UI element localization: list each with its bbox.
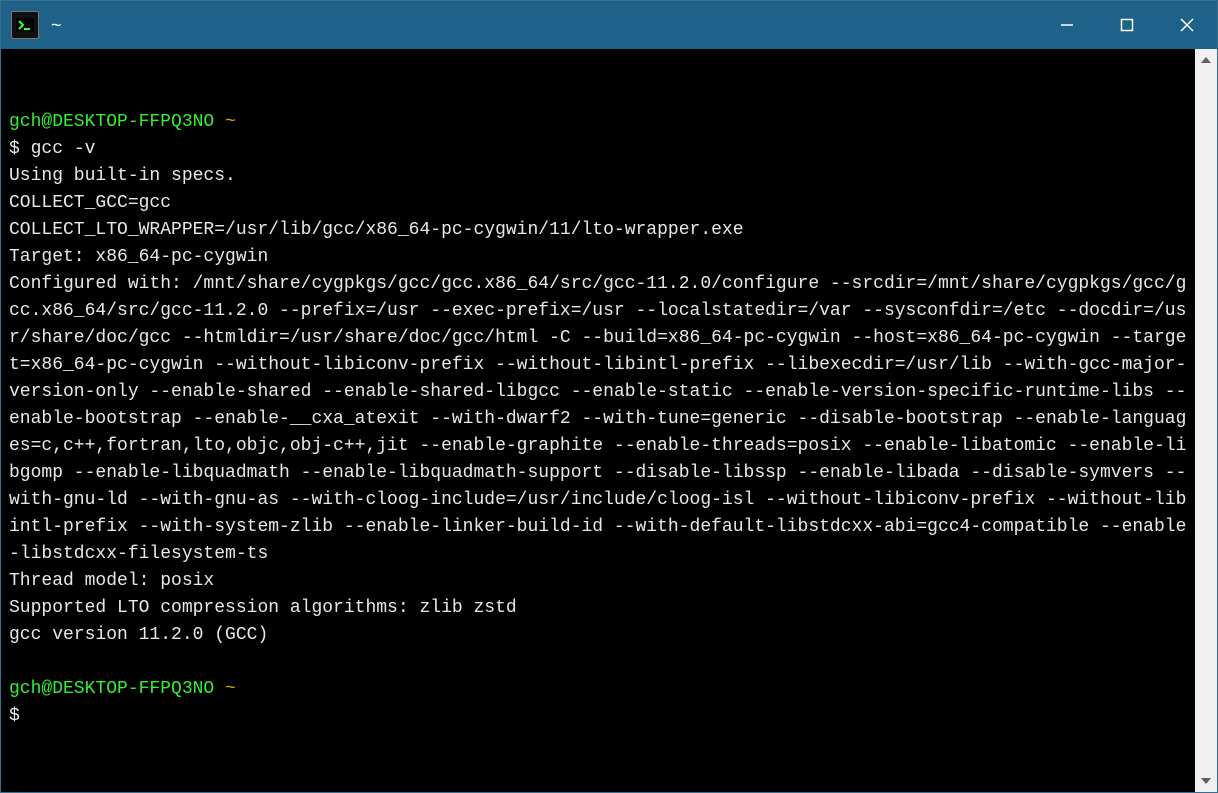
terminal-window: ~ gch@DESKTOP-FFPQ3NO ~ $ gcc -v Using b…: [0, 0, 1218, 793]
client-area: gch@DESKTOP-FFPQ3NO ~ $ gcc -v Using bui…: [1, 49, 1217, 792]
command-text: gcc -v: [31, 139, 96, 159]
window-controls: [1037, 1, 1217, 49]
scroll-up-arrow-icon[interactable]: [1195, 49, 1217, 71]
cursor: [31, 706, 41, 726]
terminal[interactable]: gch@DESKTOP-FFPQ3NO ~ $ gcc -v Using bui…: [1, 49, 1195, 792]
prompt-cwd: ~: [225, 112, 236, 132]
command-output: Using built-in specs. COLLECT_GCC=gcc CO…: [9, 166, 1186, 645]
titlebar[interactable]: ~: [1, 1, 1217, 49]
vertical-scrollbar[interactable]: [1195, 49, 1217, 792]
prompt-symbol: $: [9, 139, 31, 159]
prompt-cwd: ~: [225, 679, 236, 699]
prompt-user-host: gch@DESKTOP-FFPQ3NO: [9, 679, 214, 699]
window-title: ~: [51, 15, 62, 36]
scroll-down-arrow-icon[interactable]: [1195, 770, 1217, 792]
maximize-button[interactable]: [1097, 1, 1157, 49]
minimize-button[interactable]: [1037, 1, 1097, 49]
prompt-user-host: gch@DESKTOP-FFPQ3NO: [9, 112, 214, 132]
app-icon: [11, 11, 39, 39]
prompt-symbol: $: [9, 706, 31, 726]
close-button[interactable]: [1157, 1, 1217, 49]
